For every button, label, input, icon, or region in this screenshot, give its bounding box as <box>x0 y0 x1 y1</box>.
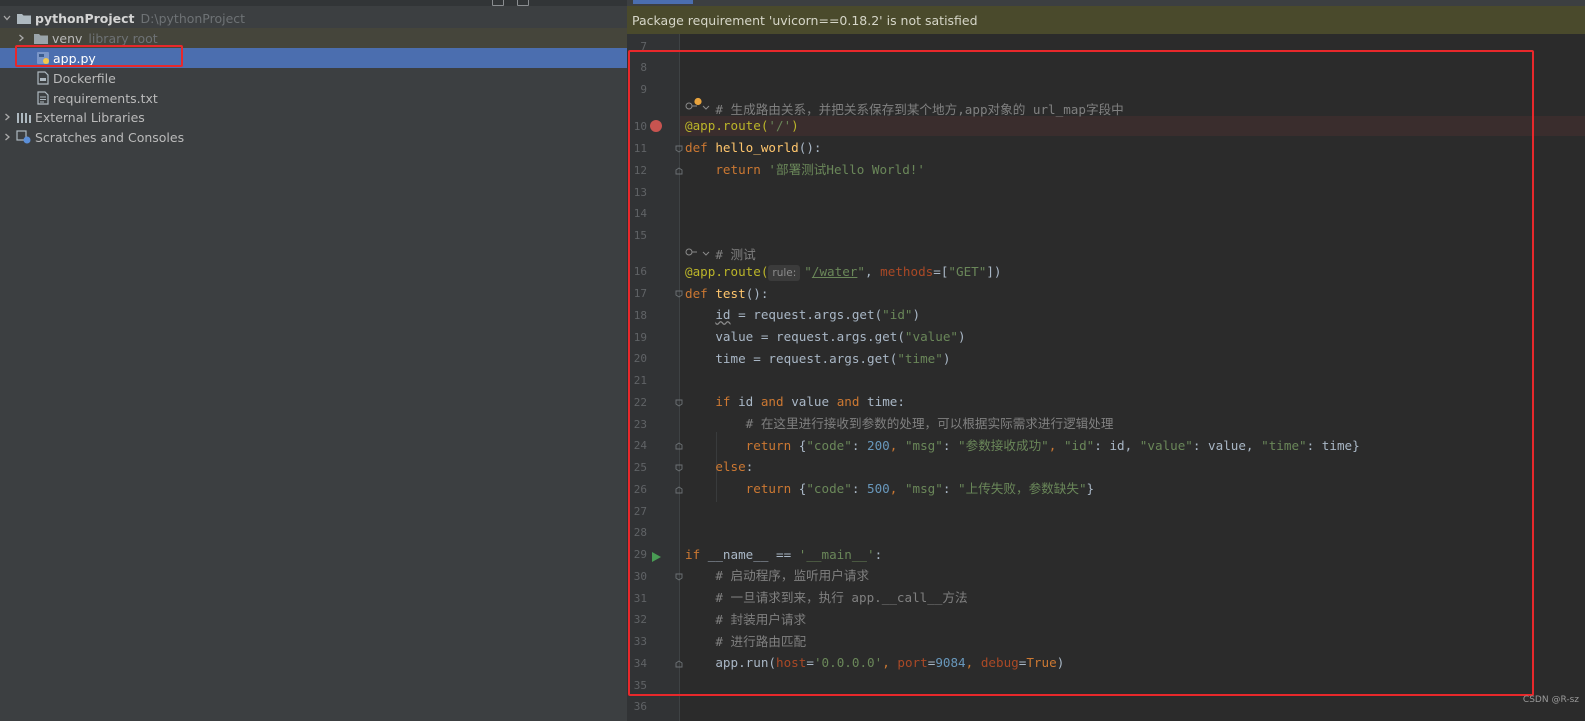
active-tab-indicator <box>633 0 693 4</box>
line-number: 36 <box>633 700 647 713</box>
tree-item-label: Dockerfile <box>53 70 116 86</box>
tree-item-project-root[interactable]: pythonProject D:\pythonProject <box>0 8 627 28</box>
annotation-highlight-box <box>628 50 1534 696</box>
annotation-highlight-box <box>15 45 183 67</box>
tree-item-scratches[interactable]: Scratches and Consoles <box>0 127 627 147</box>
warning-text: Package requirement 'uvicorn==0.18.2' is… <box>632 12 978 28</box>
package-warning-banner[interactable]: Package requirement 'uvicorn==0.18.2' is… <box>627 6 1585 34</box>
tree-item-external-libraries[interactable]: External Libraries <box>0 107 627 127</box>
tree-item-label: requirements.txt <box>53 90 158 106</box>
chevron-right-icon[interactable] <box>1 131 13 143</box>
chevron-right-icon[interactable] <box>15 32 27 44</box>
chevron-down-icon[interactable] <box>1 12 13 24</box>
watermark-text: CSDN @R-sz <box>1522 695 1579 705</box>
tree-item-requirements-txt[interactable]: requirements.txt <box>0 88 627 108</box>
folder-icon <box>33 31 49 45</box>
libraries-icon <box>16 110 32 124</box>
project-path: D:\pythonProject <box>140 10 246 26</box>
tree-item-label: venv <box>52 30 83 46</box>
project-toolbar-strip <box>0 0 627 6</box>
docker-file-icon <box>35 71 51 85</box>
project-name: pythonProject <box>35 10 135 26</box>
tree-item-dockerfile[interactable]: Dockerfile <box>0 68 627 88</box>
folder-icon <box>16 11 32 25</box>
tree-item-label: External Libraries <box>35 109 145 125</box>
collapse-all-icon[interactable] <box>492 0 504 6</box>
scratches-icon <box>16 130 32 144</box>
settings-icon[interactable] <box>517 0 529 6</box>
text-file-icon <box>35 91 51 105</box>
code-editor[interactable]: Package requirement 'uvicorn==0.18.2' is… <box>627 0 1585 721</box>
project-tool-window: pythonProject D:\pythonProject venv librar… <box>0 0 627 721</box>
chevron-right-icon[interactable] <box>1 111 13 123</box>
library-root-note: library root <box>88 30 158 46</box>
tree-item-label: Scratches and Consoles <box>35 129 185 145</box>
